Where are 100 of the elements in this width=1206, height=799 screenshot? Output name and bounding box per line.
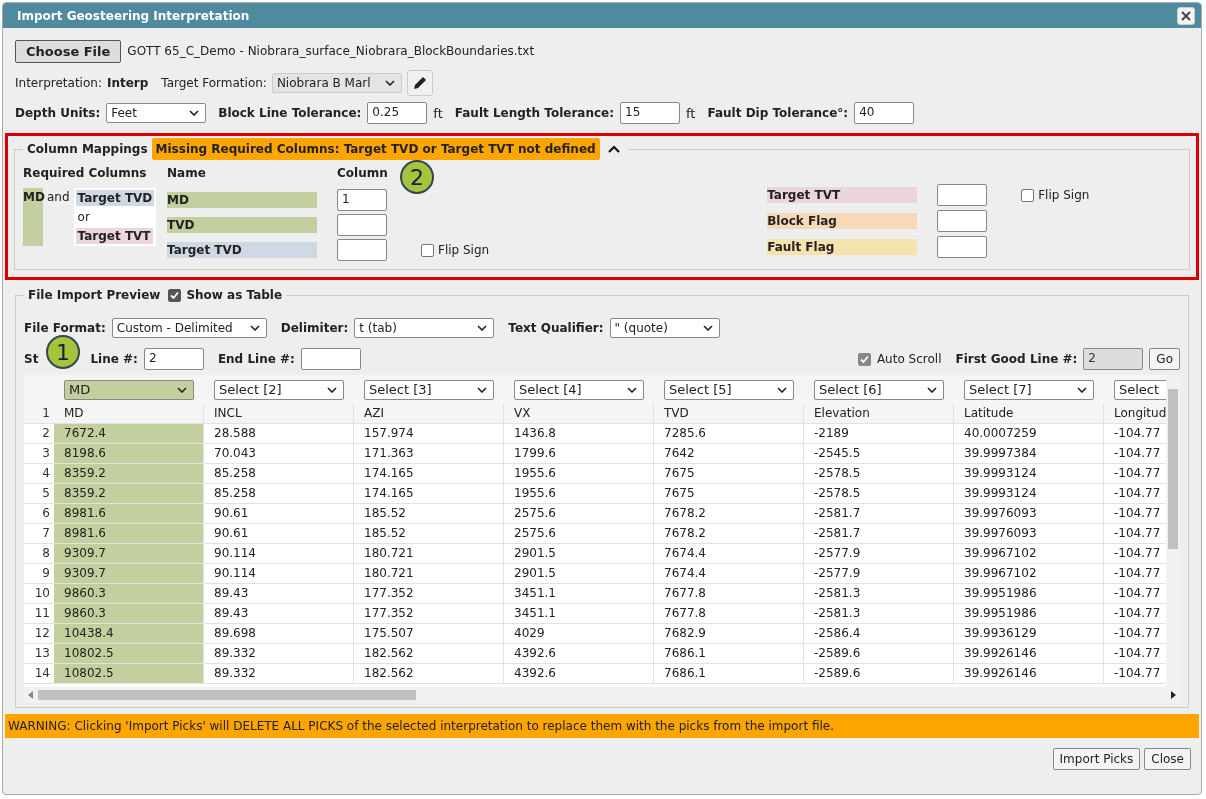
table-cell: 2575.6 <box>504 524 654 543</box>
checkbox-label: Flip Sign <box>438 243 490 257</box>
dialog-button[interactable]: Close <box>1144 748 1191 770</box>
mapping-name: Target TVD <box>167 242 317 258</box>
target-formation-select[interactable]: Niobrara B Marl <box>271 73 402 93</box>
checkbox-label: Flip Sign <box>1038 188 1090 202</box>
start-line-field[interactable]: 2 <box>143 348 204 370</box>
table-cell: 90.61 <box>204 524 354 543</box>
row-number: 11 <box>33 605 51 622</box>
table-cell: 7677.8 <box>654 584 804 603</box>
close-button[interactable] <box>1177 6 1195 25</box>
column-select[interactable]: Select [4] <box>514 379 644 400</box>
column-heading: Name <box>167 166 207 182</box>
choose-file-button[interactable]: Choose File <box>15 39 122 63</box>
column-number-field[interactable] <box>937 210 988 232</box>
mapping-name: Fault Flag <box>767 239 918 255</box>
table-cell: -2581.7 <box>804 504 954 523</box>
column-select[interactable]: Select [3] <box>364 379 494 400</box>
text-qualifier-label: Text Qualifier: <box>508 321 604 335</box>
column-select[interactable]: Select [5] <box>664 379 794 400</box>
table-cell: 85.258 <box>204 484 354 503</box>
depth-units-select[interactable]: Feet <box>106 103 207 123</box>
row-number: 6 <box>41 505 51 522</box>
table-cell: -2589.6 <box>804 664 954 683</box>
table-cell: 9860.3 <box>54 584 204 603</box>
table-cell: 8981.6 <box>54 504 204 523</box>
table-cell: 1955.6 <box>504 484 654 503</box>
tolerance-label: Depth Units: <box>15 106 101 120</box>
column-select[interactable]: MD <box>64 379 194 400</box>
flip-sign-checkbox[interactable] <box>421 243 434 257</box>
checkbox-label: Auto Scroll <box>876 352 942 366</box>
table-cell: 1436.8 <box>504 424 654 443</box>
table-cell: TVD <box>654 404 804 423</box>
column-number-field[interactable] <box>937 236 988 258</box>
column-number-field[interactable]: 1 <box>337 189 387 211</box>
caret-icon <box>1077 386 1087 393</box>
table-cell: 4392.6 <box>504 644 654 663</box>
caret-icon <box>177 386 187 393</box>
file-format-select[interactable]: Custom - Delimited <box>111 318 267 338</box>
show-as-table-checkbox[interactable] <box>168 288 182 302</box>
auto-scroll-checkbox[interactable] <box>857 352 871 366</box>
table-cell: 182.562 <box>354 644 504 663</box>
table-cell: Latitude <box>954 404 1104 423</box>
row-number: 2 <box>41 425 51 442</box>
table-cell: 39.9951986 <box>954 604 1104 623</box>
checkbox-label: Show as Table <box>186 288 283 302</box>
table-cell: 39.9926146 <box>954 664 1104 683</box>
delimiter-label: Delimiter: <box>280 321 349 335</box>
table-cell: 70.043 <box>204 444 354 463</box>
column-heading: Column <box>337 166 388 182</box>
column-select[interactable]: Select [7] <box>964 379 1094 400</box>
table-cell: 9860.3 <box>54 604 204 623</box>
table-cell: -2589.6 <box>804 644 954 663</box>
column-select[interactable]: Select [6] <box>814 379 944 400</box>
table-cell: 89.332 <box>204 664 354 683</box>
scroll-right-icon[interactable] <box>1170 691 1176 699</box>
table-cell: 180.721 <box>354 564 504 583</box>
dialog-button[interactable]: Import Picks <box>1052 748 1141 770</box>
table-cell: 7678.2 <box>654 524 804 543</box>
column-number-field[interactable] <box>937 184 988 206</box>
column-number-field[interactable] <box>337 214 387 236</box>
flip-sign-checkbox[interactable] <box>1021 188 1035 202</box>
scroll-left-icon[interactable] <box>28 691 34 699</box>
table-cell: 39.9976093 <box>954 504 1104 523</box>
md-tag: MD <box>23 188 43 246</box>
tolerance-field[interactable]: 15 <box>620 102 680 124</box>
unit-label: ft <box>433 105 443 121</box>
delimiter-select[interactable]: t (tab) <box>354 318 495 338</box>
table-cell: 2575.6 <box>504 504 654 523</box>
interpretation-label: Interpretation: <box>15 76 102 90</box>
text-qualifier-select[interactable]: " (quote) <box>609 318 720 338</box>
table-cell: 89.43 <box>204 604 354 623</box>
end-line-field[interactable] <box>300 348 361 370</box>
tolerance-field[interactable]: 40 <box>854 102 915 124</box>
table-cell: 90.61 <box>204 504 354 523</box>
mapping-name: Target TVT <box>767 187 918 203</box>
tolerance-field[interactable]: 0.25 <box>367 102 428 124</box>
section-legend: File Import Preview <box>28 288 161 302</box>
table-cell: 7677.8 <box>654 604 804 623</box>
table-cell: 39.9976093 <box>954 524 1104 543</box>
table-cell: 9309.7 <box>54 564 204 583</box>
table-cell: 185.52 <box>354 504 504 523</box>
caret-icon <box>777 386 787 393</box>
table-cell: 90.114 <box>204 564 354 583</box>
column-heading: Required Columns <box>23 166 148 180</box>
column-number-field[interactable] <box>337 239 387 261</box>
or-label: or <box>76 210 90 224</box>
table-cell: 39.9993124 <box>954 484 1104 503</box>
column-select[interactable]: Select [2] <box>214 379 344 400</box>
table-cell: 10438.4 <box>54 624 204 643</box>
go-button[interactable]: Go <box>1149 348 1180 370</box>
table-cell: 7675 <box>654 484 804 503</box>
column-select[interactable]: Select <box>1114 379 1166 400</box>
table-cell: -2577.9 <box>804 564 954 583</box>
mapping-name: TVD <box>167 217 317 233</box>
edit-button[interactable] <box>406 70 433 96</box>
tolerance-label: Fault Length Tolerance: <box>454 106 614 120</box>
table-cell: MD <box>54 404 204 423</box>
first-good-line-field: 2 <box>1083 348 1144 370</box>
table-cell: 4029 <box>504 624 654 643</box>
